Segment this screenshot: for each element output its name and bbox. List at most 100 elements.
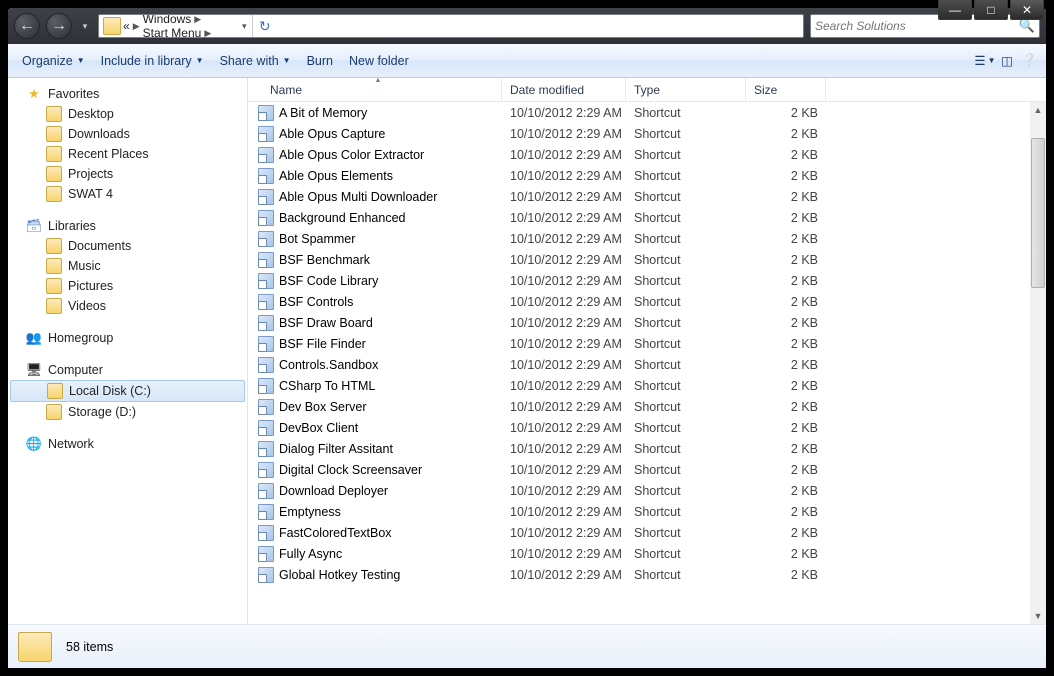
sidebar-libraries[interactable]: 🗃Libraries (8, 216, 247, 236)
sidebar-homegroup[interactable]: 👥Homegroup (8, 328, 247, 348)
file-date: 10/10/2012 2:29 AM (502, 106, 626, 120)
search-input[interactable] (815, 19, 1019, 33)
preview-pane-button[interactable]: ◫ (996, 50, 1018, 72)
scroll-down-button[interactable]: ▼ (1030, 608, 1046, 624)
file-row[interactable]: Able Opus Elements10/10/2012 2:29 AMShor… (248, 165, 1046, 186)
folder-icon (47, 383, 63, 399)
file-name: Dialog Filter Assitant (279, 442, 393, 456)
file-row[interactable]: Dialog Filter Assitant10/10/2012 2:29 AM… (248, 438, 1046, 459)
close-button[interactable]: ✕ (1010, 0, 1044, 20)
sidebar-item-local-disk-c-[interactable]: Local Disk (C:) (10, 380, 245, 402)
nav-history-dropdown[interactable]: ▾ (78, 12, 92, 40)
file-type: Shortcut (626, 232, 746, 246)
burn-button[interactable]: Burn (299, 50, 341, 72)
file-row[interactable]: Controls.Sandbox10/10/2012 2:29 AMShortc… (248, 354, 1046, 375)
file-row[interactable]: Able Opus Multi Downloader10/10/2012 2:2… (248, 186, 1046, 207)
file-date: 10/10/2012 2:29 AM (502, 547, 626, 561)
file-date: 10/10/2012 2:29 AM (502, 190, 626, 204)
shortcut-icon (258, 504, 274, 520)
sidebar-item-storage-d-[interactable]: Storage (D:) (8, 402, 247, 422)
file-type: Shortcut (626, 106, 746, 120)
file-name: Able Opus Color Extractor (279, 148, 424, 162)
forward-button[interactable]: → (46, 13, 72, 39)
include-library-button[interactable]: Include in library▼ (93, 50, 212, 72)
sidebar-item-pictures[interactable]: Pictures (8, 276, 247, 296)
new-folder-button[interactable]: New folder (341, 50, 417, 72)
sidebar-item-desktop[interactable]: Desktop (8, 104, 247, 124)
shortcut-icon (258, 357, 274, 373)
maximize-button[interactable]: □ (974, 0, 1008, 20)
file-row[interactable]: Able Opus Color Extractor10/10/2012 2:29… (248, 144, 1046, 165)
scrollbar[interactable]: ▲ ▼ (1030, 102, 1046, 624)
breadcrumb-start-menu[interactable]: Start Menu▶ (143, 26, 237, 38)
file-size: 2 KB (746, 232, 826, 246)
file-size: 2 KB (746, 442, 826, 456)
sidebar-item-videos[interactable]: Videos (8, 296, 247, 316)
status-bar: 58 items (8, 624, 1046, 668)
back-button[interactable]: ← (14, 13, 40, 39)
file-name: DevBox Client (279, 421, 358, 435)
file-row[interactable]: A Bit of Memory10/10/2012 2:29 AMShortcu… (248, 102, 1046, 123)
file-row[interactable]: Bot Spammer10/10/2012 2:29 AMShortcut2 K… (248, 228, 1046, 249)
breadcrumb-windows[interactable]: Windows▶ (143, 14, 237, 26)
file-row[interactable]: Fully Async10/10/2012 2:29 AMShortcut2 K… (248, 543, 1046, 564)
file-row[interactable]: Digital Clock Screensaver10/10/2012 2:29… (248, 459, 1046, 480)
folder-icon (103, 17, 121, 35)
sidebar-item-music[interactable]: Music (8, 256, 247, 276)
file-size: 2 KB (746, 379, 826, 393)
file-size: 2 KB (746, 568, 826, 582)
file-row[interactable]: BSF File Finder10/10/2012 2:29 AMShortcu… (248, 333, 1046, 354)
help-button[interactable]: ❔ (1018, 50, 1040, 72)
file-row[interactable]: BSF Code Library10/10/2012 2:29 AMShortc… (248, 270, 1046, 291)
breadcrumb-overflow[interactable]: «▶ (123, 19, 143, 33)
file-date: 10/10/2012 2:29 AM (502, 127, 626, 141)
refresh-button[interactable]: ↻ (252, 14, 276, 38)
file-row[interactable]: Dev Box Server10/10/2012 2:29 AMShortcut… (248, 396, 1046, 417)
file-row[interactable]: Background Enhanced10/10/2012 2:29 AMSho… (248, 207, 1046, 228)
address-bar[interactable]: «▶ AppData▶Roaming▶Microsoft▶Windows▶Sta… (98, 14, 804, 38)
sidebar-item-documents[interactable]: Documents (8, 236, 247, 256)
view-options-button[interactable]: ☰▼ (974, 50, 996, 72)
file-row[interactable]: Able Opus Capture10/10/2012 2:29 AMShort… (248, 123, 1046, 144)
file-row[interactable]: FastColoredTextBox10/10/2012 2:29 AMShor… (248, 522, 1046, 543)
sidebar-item-projects[interactable]: Projects (8, 164, 247, 184)
file-row[interactable]: BSF Draw Board10/10/2012 2:29 AMShortcut… (248, 312, 1046, 333)
column-name[interactable]: Name (248, 78, 502, 101)
shortcut-icon (258, 189, 274, 205)
scroll-track[interactable] (1030, 118, 1046, 608)
share-with-button[interactable]: Share with▼ (212, 50, 299, 72)
file-name: BSF File Finder (279, 337, 366, 351)
sidebar-network[interactable]: 🌐Network (8, 434, 247, 454)
sidebar-favorites[interactable]: ★Favorites (8, 84, 247, 104)
file-row[interactable]: DevBox Client10/10/2012 2:29 AMShortcut2… (248, 417, 1046, 438)
sidebar-item-recent-places[interactable]: Recent Places (8, 144, 247, 164)
column-size[interactable]: Size (746, 78, 826, 101)
shortcut-icon (258, 462, 274, 478)
shortcut-icon (258, 546, 274, 562)
column-type[interactable]: Type (626, 78, 746, 101)
file-row[interactable]: Global Hotkey Testing10/10/2012 2:29 AMS… (248, 564, 1046, 585)
file-type: Shortcut (626, 442, 746, 456)
sidebar-computer[interactable]: 🖥Computer (8, 360, 247, 380)
file-row[interactable]: BSF Controls10/10/2012 2:29 AMShortcut2 … (248, 291, 1046, 312)
file-size: 2 KB (746, 190, 826, 204)
minimize-button[interactable]: — (938, 0, 972, 20)
organize-button[interactable]: Organize▼ (14, 50, 93, 72)
address-dropdown[interactable]: ▾ (236, 21, 252, 32)
file-row[interactable]: Emptyness10/10/2012 2:29 AMShortcut2 KB (248, 501, 1046, 522)
address-bar-row: ← → ▾ «▶ AppData▶Roaming▶Microsoft▶Windo… (8, 8, 1046, 44)
shortcut-icon (258, 105, 274, 121)
scroll-up-button[interactable]: ▲ (1030, 102, 1046, 118)
sidebar-item-swat-4[interactable]: SWAT 4 (8, 184, 247, 204)
file-list[interactable]: A Bit of Memory10/10/2012 2:29 AMShortcu… (248, 102, 1046, 624)
shortcut-icon (258, 567, 274, 583)
file-row[interactable]: BSF Benchmark10/10/2012 2:29 AMShortcut2… (248, 249, 1046, 270)
file-date: 10/10/2012 2:29 AM (502, 253, 626, 267)
file-row[interactable]: Download Deployer10/10/2012 2:29 AMShort… (248, 480, 1046, 501)
file-row[interactable]: CSharp To HTML10/10/2012 2:29 AMShortcut… (248, 375, 1046, 396)
file-date: 10/10/2012 2:29 AM (502, 211, 626, 225)
search-icon: 🔍 (1019, 18, 1035, 34)
scroll-thumb[interactable] (1031, 138, 1045, 288)
sidebar-item-downloads[interactable]: Downloads (8, 124, 247, 144)
column-date[interactable]: Date modified (502, 78, 626, 101)
